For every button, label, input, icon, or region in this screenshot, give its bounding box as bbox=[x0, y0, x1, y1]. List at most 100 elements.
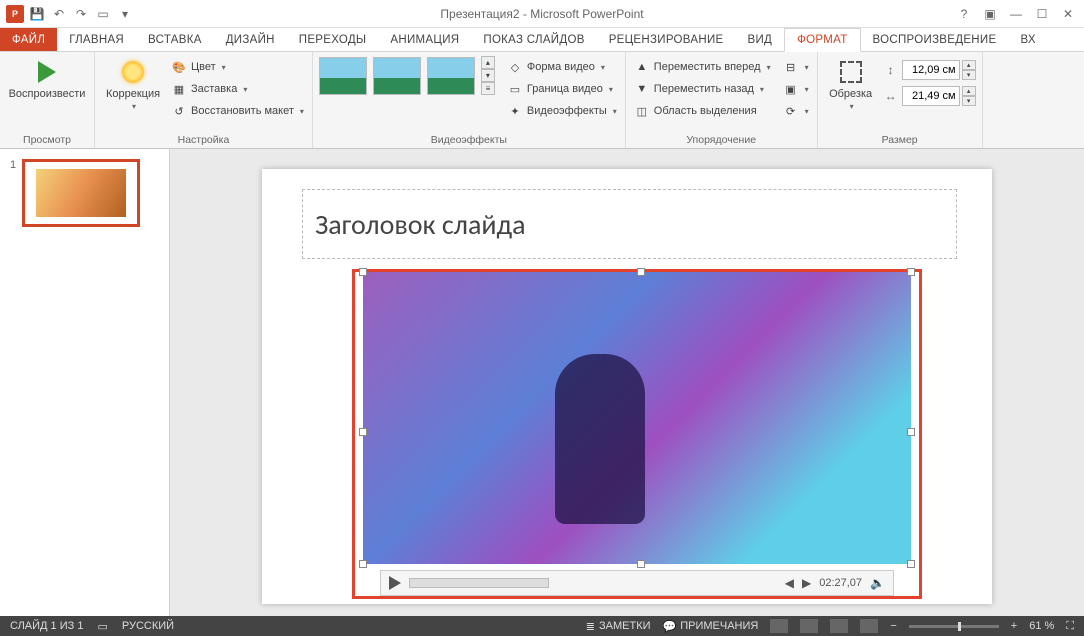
tab-format[interactable]: ФОРМАТ bbox=[784, 28, 860, 52]
bring-forward-button[interactable]: ▲Переместить вперед▾ bbox=[632, 56, 773, 78]
ribbon-options-icon[interactable]: ▣ bbox=[978, 4, 1002, 24]
tab-review[interactable]: РЕЦЕНЗИРОВАНИЕ bbox=[597, 28, 736, 51]
group-size-label: Размер bbox=[824, 132, 976, 148]
group-effects-label: Видеоэффекты bbox=[319, 132, 619, 148]
notes-button[interactable]: ≣ЗАМЕТКИ bbox=[586, 620, 651, 633]
zoom-out-button[interactable]: − bbox=[890, 620, 896, 632]
save-icon[interactable]: 💾 bbox=[28, 5, 46, 23]
spellcheck-icon[interactable]: ▭ bbox=[97, 620, 107, 633]
height-spinner[interactable]: ↕ ▴▾ bbox=[882, 60, 976, 80]
spin-down-icon[interactable]: ▾ bbox=[962, 96, 976, 106]
resize-handle[interactable] bbox=[637, 268, 645, 276]
rotate-button[interactable]: ⟳▾ bbox=[781, 100, 811, 122]
slide-canvas[interactable]: Заголовок слайда ◀ bbox=[262, 169, 992, 604]
slide-editor[interactable]: Заголовок слайда ◀ bbox=[170, 149, 1084, 616]
gallery-up-icon[interactable]: ▴ bbox=[481, 56, 495, 69]
video-object-selected[interactable]: ◀ ▶ 02:27,07 🔈 bbox=[352, 269, 922, 599]
minimize-button[interactable]: — bbox=[1004, 4, 1028, 24]
start-from-beginning-icon[interactable]: ▭ bbox=[94, 5, 112, 23]
style-preset-1[interactable] bbox=[319, 57, 367, 95]
tab-overflow[interactable]: Вх bbox=[1008, 28, 1047, 51]
color-button[interactable]: 🎨Цвет▾ bbox=[169, 56, 306, 78]
gallery-more-icon[interactable]: ≡ bbox=[481, 82, 495, 95]
app-icon[interactable]: P bbox=[6, 5, 24, 23]
undo-icon[interactable]: ↶ bbox=[50, 5, 68, 23]
step-back-button[interactable]: ◀ bbox=[785, 576, 794, 590]
resize-handle[interactable] bbox=[359, 428, 367, 436]
step-forward-button[interactable]: ▶ bbox=[802, 576, 811, 590]
video-content[interactable] bbox=[363, 272, 911, 564]
zoom-in-button[interactable]: + bbox=[1011, 620, 1017, 632]
resize-handle[interactable] bbox=[359, 560, 367, 568]
title-placeholder[interactable]: Заголовок слайда bbox=[302, 189, 957, 259]
style-preset-3[interactable] bbox=[427, 57, 475, 95]
zoom-level[interactable]: 61 % bbox=[1029, 620, 1054, 632]
comments-icon: 💬 bbox=[663, 620, 677, 633]
thumbnail-item[interactable]: 1 bbox=[0, 159, 169, 227]
tab-home[interactable]: ГЛАВНАЯ bbox=[57, 28, 136, 51]
slide-thumbnail-panel[interactable]: 1 bbox=[0, 149, 170, 616]
tab-view[interactable]: ВИД bbox=[736, 28, 785, 51]
comments-button[interactable]: 💬ПРИМЕЧАНИЯ bbox=[663, 620, 759, 633]
style-gallery: ▴ ▾ ≡ bbox=[319, 56, 495, 95]
tab-slideshow[interactable]: ПОКАЗ СЛАЙДОВ bbox=[471, 28, 596, 51]
video-border-button[interactable]: ▭Граница видео▾ bbox=[505, 78, 619, 100]
gallery-down-icon[interactable]: ▾ bbox=[481, 69, 495, 82]
reset-design-button[interactable]: ↺Восстановить макет▾ bbox=[169, 100, 306, 122]
reading-view-button[interactable] bbox=[830, 619, 848, 633]
align-button[interactable]: ⊟▾ bbox=[781, 56, 811, 78]
resize-handle[interactable] bbox=[907, 268, 915, 276]
sorter-view-button[interactable] bbox=[800, 619, 818, 633]
redo-icon[interactable]: ↷ bbox=[72, 5, 90, 23]
poster-frame-button[interactable]: ▦Заставка▾ bbox=[169, 78, 306, 100]
slide-thumbnail[interactable] bbox=[22, 159, 140, 227]
corrections-button[interactable]: Коррекция ▾ bbox=[101, 56, 165, 113]
resize-handle[interactable] bbox=[907, 560, 915, 568]
width-spinner[interactable]: ↔ ▴▾ bbox=[882, 86, 976, 106]
maximize-button[interactable]: ☐ bbox=[1030, 4, 1054, 24]
resize-handle[interactable] bbox=[907, 428, 915, 436]
tab-insert[interactable]: ВСТАВКА bbox=[136, 28, 214, 51]
border-icon: ▭ bbox=[507, 81, 523, 97]
zoom-slider[interactable] bbox=[909, 625, 999, 628]
tab-design[interactable]: ДИЗАЙН bbox=[214, 28, 287, 51]
video-shape-button[interactable]: ◇Форма видео▾ bbox=[505, 56, 619, 78]
tab-transitions[interactable]: ПЕРЕХОДЫ bbox=[287, 28, 379, 51]
media-time: 02:27,07 bbox=[819, 577, 862, 589]
resize-handle[interactable] bbox=[637, 560, 645, 568]
width-icon: ↔ bbox=[882, 87, 900, 105]
help-icon[interactable]: ? bbox=[952, 4, 976, 24]
send-backward-button[interactable]: ▼Переместить назад▾ bbox=[632, 78, 773, 100]
spin-down-icon[interactable]: ▾ bbox=[962, 70, 976, 80]
ribbon: Воспроизвести Просмотр Коррекция ▾ 🎨Цвет… bbox=[0, 52, 1084, 149]
language-indicator[interactable]: РУССКИЙ bbox=[122, 620, 174, 632]
style-preset-2[interactable] bbox=[373, 57, 421, 95]
tab-animations[interactable]: АНИМАЦИЯ bbox=[378, 28, 471, 51]
title-bar: P 💾 ↶ ↷ ▭ ▾ Презентация2 - Microsoft Pow… bbox=[0, 0, 1084, 28]
forward-icon: ▲ bbox=[634, 59, 650, 75]
selection-pane-button[interactable]: ◫Область выделения bbox=[632, 100, 773, 122]
crop-button[interactable]: Обрезка ▾ bbox=[824, 56, 878, 113]
media-seek-track[interactable] bbox=[409, 578, 549, 588]
tab-file[interactable]: ФАЙЛ bbox=[0, 28, 57, 51]
media-play-button[interactable] bbox=[389, 576, 401, 590]
play-button[interactable]: Воспроизвести bbox=[6, 56, 88, 102]
fit-to-window-button[interactable]: ⛶ bbox=[1066, 620, 1074, 633]
group-button[interactable]: ▣▾ bbox=[781, 78, 811, 100]
height-input[interactable] bbox=[902, 60, 960, 80]
spin-up-icon[interactable]: ▴ bbox=[962, 86, 976, 96]
resize-handle[interactable] bbox=[359, 268, 367, 276]
tab-playback[interactable]: ВОСПРОИЗВЕДЕНИЕ bbox=[861, 28, 1009, 51]
normal-view-button[interactable] bbox=[770, 619, 788, 633]
spin-up-icon[interactable]: ▴ bbox=[962, 60, 976, 70]
slide-counter[interactable]: СЛАЙД 1 ИЗ 1 bbox=[10, 620, 83, 632]
ribbon-tabs: ФАЙЛ ГЛАВНАЯ ВСТАВКА ДИЗАЙН ПЕРЕХОДЫ АНИ… bbox=[0, 28, 1084, 52]
volume-icon[interactable]: 🔈 bbox=[870, 576, 885, 590]
qat-customize-icon[interactable]: ▾ bbox=[116, 5, 134, 23]
align-icon: ⊟ bbox=[783, 59, 799, 75]
video-effects-button[interactable]: ✦Видеоэффекты▾ bbox=[505, 100, 619, 122]
slideshow-view-button[interactable] bbox=[860, 619, 878, 633]
window-controls: ? ▣ — ☐ ✕ bbox=[952, 4, 1080, 24]
width-input[interactable] bbox=[902, 86, 960, 106]
close-button[interactable]: ✕ bbox=[1056, 4, 1080, 24]
